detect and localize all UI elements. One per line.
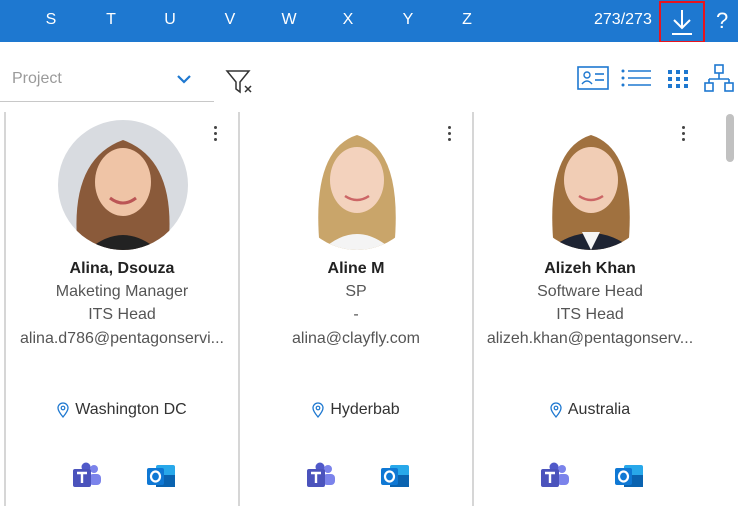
- location-pin-icon: [550, 402, 562, 418]
- org-chart-icon[interactable]: [704, 64, 734, 94]
- letter-z[interactable]: Z: [457, 11, 477, 29]
- location-label: Washington DC: [75, 401, 187, 418]
- help-icon[interactable]: ?: [716, 8, 728, 34]
- employee-location: Hyderbab: [240, 401, 472, 419]
- letter-x[interactable]: X: [338, 11, 358, 29]
- employee-title: Maketing Manager: [55, 283, 189, 300]
- employee-title: SP: [345, 283, 367, 300]
- employee-email[interactable]: alina.d786@pentagonservi...: [6, 330, 238, 348]
- location-label: Australia: [567, 401, 631, 418]
- chevron-down-icon: [177, 75, 191, 84]
- employee-department: ITS Head: [88, 306, 156, 323]
- outlook-icon[interactable]: [614, 461, 644, 491]
- employee-email[interactable]: alizeh.khan@pentagonserv...: [474, 330, 706, 348]
- scrollbar-thumb[interactable]: [726, 114, 734, 162]
- download-icon: [672, 10, 692, 35]
- employee-location: Washington DC: [6, 401, 238, 419]
- letter-u[interactable]: U: [160, 11, 180, 29]
- employee-card[interactable]: Alizeh Khan Software Head ITS Head alize…: [472, 112, 706, 506]
- letter-w[interactable]: W: [279, 11, 299, 29]
- letter-s[interactable]: S: [41, 11, 61, 29]
- employee-email[interactable]: alina@clayfly.com: [240, 330, 472, 348]
- teams-icon[interactable]: [72, 461, 102, 491]
- employee-name: Alizeh Khan: [544, 260, 636, 277]
- employee-name: Alina, Dsouza: [69, 260, 175, 277]
- alphabet-bar: S T U V W X Y Z 273/273 ?: [0, 0, 738, 43]
- download-button[interactable]: [659, 1, 705, 43]
- employee-title: Software Head: [537, 283, 643, 300]
- grid-view-icon[interactable]: [666, 64, 690, 92]
- teams-icon[interactable]: [306, 461, 336, 491]
- employee-department: ITS Head: [556, 306, 624, 323]
- contact-apps: [240, 461, 472, 493]
- location-label: Hyderbab: [330, 401, 400, 418]
- avatar: [526, 120, 656, 250]
- outlook-icon[interactable]: [380, 461, 410, 491]
- outlook-icon[interactable]: [146, 461, 176, 491]
- record-count: 273/273: [594, 11, 652, 28]
- contact-apps: [6, 461, 238, 493]
- teams-icon[interactable]: [540, 461, 570, 491]
- employee-location: Australia: [474, 401, 706, 419]
- scrollbar-track[interactable]: [722, 112, 738, 506]
- employee-department: -: [353, 306, 359, 323]
- project-placeholder: Project: [12, 70, 62, 87]
- more-options-icon[interactable]: [682, 126, 686, 144]
- employee-card[interactable]: Alina, Dsouza Maketing Manager ITS Head …: [4, 112, 238, 506]
- project-dropdown[interactable]: Project: [0, 56, 214, 102]
- list-view-icon[interactable]: [620, 64, 652, 92]
- more-options-icon[interactable]: [448, 126, 452, 144]
- contact-apps: [474, 461, 706, 493]
- employee-name: Aline M: [327, 260, 385, 277]
- employee-card[interactable]: Aline M SP - alina@clayfly.com Hyderbab: [238, 112, 472, 506]
- more-options-icon[interactable]: [214, 126, 218, 144]
- location-pin-icon: [57, 402, 69, 418]
- location-pin-icon: [312, 402, 324, 418]
- letter-t[interactable]: T: [101, 11, 121, 29]
- letter-y[interactable]: Y: [398, 11, 418, 29]
- avatar: [58, 120, 188, 250]
- card-view-icon[interactable]: [577, 64, 609, 92]
- avatar: [292, 120, 422, 250]
- letter-v[interactable]: V: [220, 11, 240, 29]
- clear-filter-icon[interactable]: [225, 68, 255, 96]
- employee-card-list: Alina, Dsouza Maketing Manager ITS Head …: [0, 112, 738, 506]
